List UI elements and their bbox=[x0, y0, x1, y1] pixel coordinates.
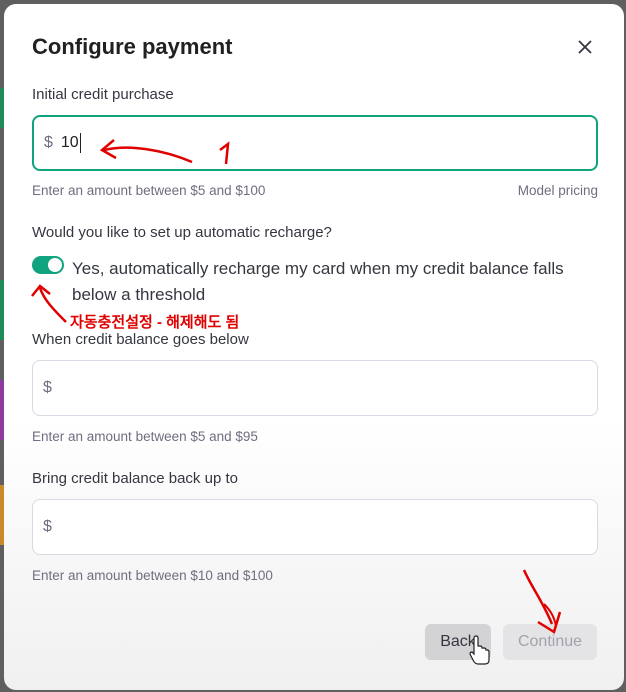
dialog-title: Configure payment bbox=[32, 34, 233, 59]
recharge-to-label: Bring credit balance back up to bbox=[32, 470, 238, 487]
configure-payment-dialog: Configure payment Initial credit purchas… bbox=[4, 4, 624, 690]
initial-purchase-label: Initial credit purchase bbox=[32, 86, 174, 103]
arrow-to-toggle bbox=[38, 287, 67, 323]
auto-recharge-question: Would you like to set up automatic recha… bbox=[32, 224, 332, 241]
close-icon bbox=[578, 40, 592, 54]
model-pricing-link[interactable]: Model pricing bbox=[518, 183, 598, 198]
back-button[interactable]: Back bbox=[425, 624, 491, 660]
initial-purchase-hint: Enter an amount between $5 and $100 bbox=[32, 183, 266, 198]
initial-purchase-input[interactable]: $ 10 bbox=[32, 115, 598, 171]
arrow-to-continue-2 bbox=[543, 603, 557, 627]
initial-purchase-value: 10 bbox=[60, 134, 79, 151]
close-button[interactable] bbox=[572, 34, 598, 60]
currency-prefix: $ bbox=[43, 518, 52, 535]
continue-button[interactable]: Continue bbox=[503, 624, 597, 660]
text-caret bbox=[79, 133, 81, 153]
auto-recharge-toggle-label: Yes, automatically recharge my card when… bbox=[72, 259, 564, 304]
threshold-label: When credit balance goes below bbox=[32, 331, 249, 348]
arrow-to-toggle-head bbox=[31, 284, 51, 297]
auto-recharge-toggle[interactable] bbox=[32, 256, 64, 274]
threshold-hint: Enter an amount between $5 and $95 bbox=[32, 429, 258, 444]
toggle-knob bbox=[48, 258, 62, 272]
currency-prefix: $ bbox=[44, 134, 53, 151]
currency-prefix: $ bbox=[43, 379, 52, 396]
recharge-to-hint: Enter an amount between $10 and $100 bbox=[32, 568, 273, 583]
threshold-input[interactable]: $ bbox=[32, 360, 598, 416]
arrow-to-continue bbox=[522, 569, 554, 625]
recharge-to-input[interactable]: $ bbox=[32, 499, 598, 555]
annotation-note: 자동충전설정 - 해제해도 됨 bbox=[70, 314, 240, 331]
